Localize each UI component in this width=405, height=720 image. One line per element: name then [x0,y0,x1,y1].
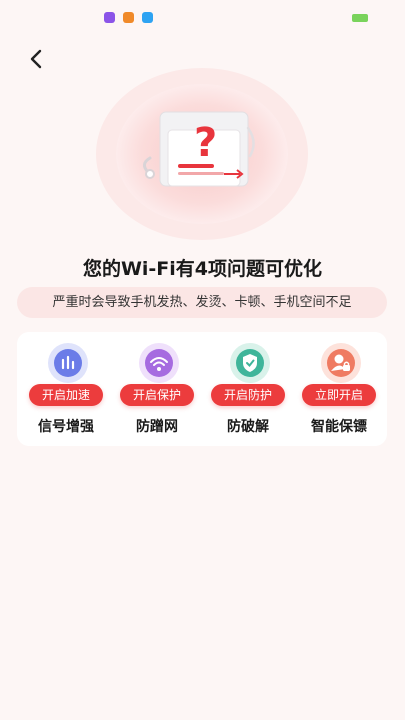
smart-guard-icon [320,342,362,384]
feature-signal-boost: 开启加速 信号增强 [27,342,107,438]
mi-notification-icon [123,12,134,23]
svg-text:?: ? [194,120,217,166]
page-title: 您的Wi-Fi有4项问题可优化 [82,258,323,280]
feature-label: 防蹭网 [136,419,178,435]
feature-label: 防破解 [227,419,269,435]
feature-button-anti-freeload[interactable]: 开启保护 [120,384,194,406]
anti-freeload-icon [138,342,180,384]
wifi-problem-illustration: ? [96,66,308,242]
message-notification-icon [142,12,153,23]
feature-button-anti-crack[interactable]: 开启防护 [211,384,285,406]
signal-boost-icon [47,342,89,384]
feature-label: 信号增强 [38,419,94,435]
feature-anti-crack: 开启防护 防破解 [209,342,289,438]
feature-anti-freeload: 开启保护 防蹭网 [118,342,198,438]
feature-label: 智能保镖 [311,419,367,435]
app-notification-icon [104,12,115,23]
status-bar [0,0,405,34]
features-card: 开启加速 信号增强 开启保护 防蹭网 开启防护 防破解 立即开启 智能保镖 [17,332,387,446]
battery-icon [352,14,368,22]
feature-button-signal-boost[interactable]: 开启加速 [29,384,103,406]
feature-smart-guard: 立即开启 智能保镖 [300,342,380,438]
chevron-left-icon [30,49,42,69]
back-button[interactable] [22,44,52,74]
warning-banner: 严重时会导致手机发热、发烫、卡顿、手机空间不足 [17,287,387,318]
feature-button-smart-guard[interactable]: 立即开启 [302,384,376,406]
anti-crack-shield-icon [229,342,271,384]
